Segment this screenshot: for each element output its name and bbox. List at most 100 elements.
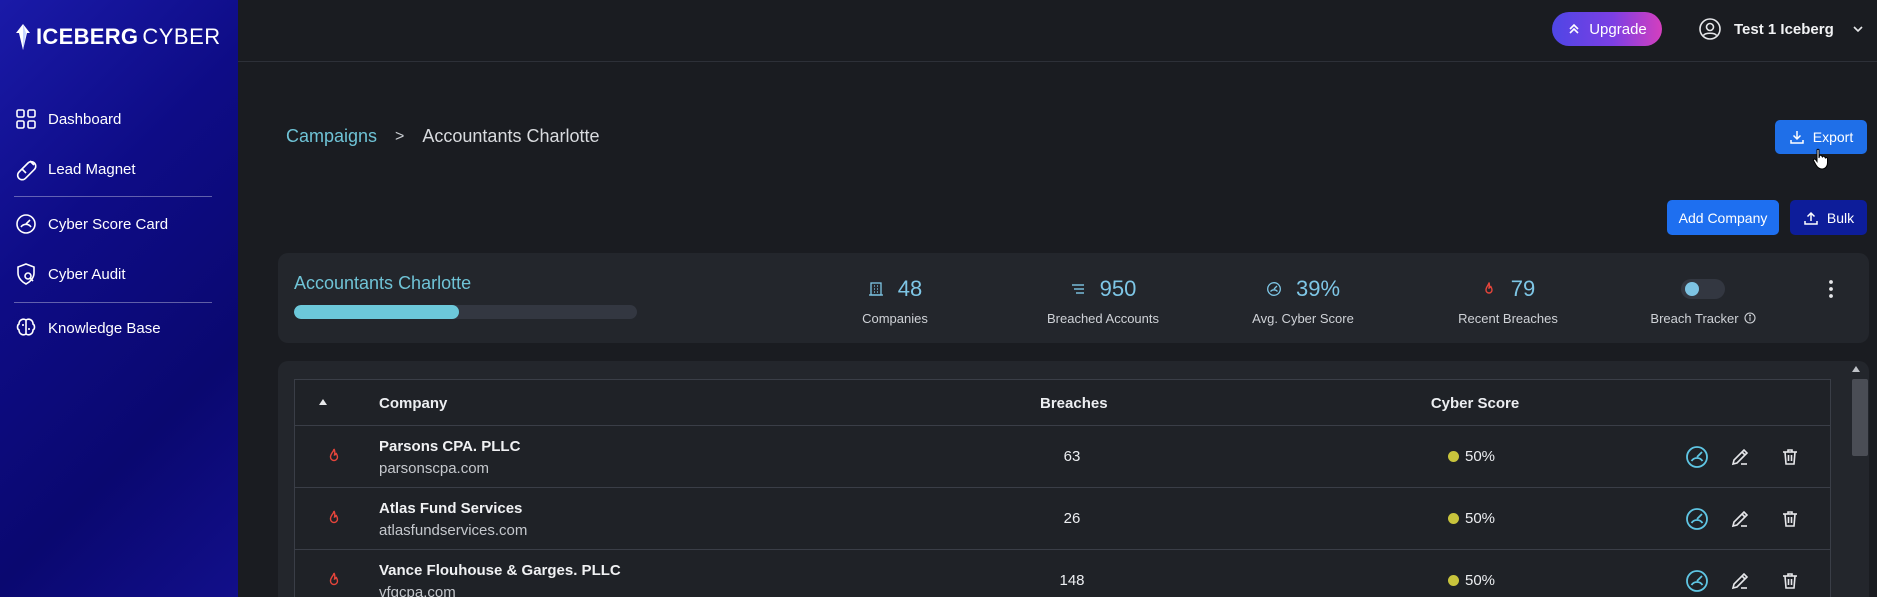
breadcrumb-separator: > — [395, 127, 405, 145]
upgrade-label: Upgrade — [1589, 20, 1647, 38]
table-header: Company Breaches Cyber Score — [295, 380, 1830, 426]
add-company-button[interactable]: Add Company — [1667, 200, 1779, 235]
trash-icon — [1783, 449, 1797, 465]
scrollbar-thumb[interactable] — [1852, 379, 1868, 456]
gauge-icon — [1686, 508, 1708, 530]
sidebar-item-dashboard[interactable]: Dashboard — [14, 104, 121, 134]
download-icon — [1790, 131, 1804, 144]
table-row[interactable]: Vance Flouhouse & Garges. PLLC vfgcpa.co… — [295, 550, 1830, 597]
brand-bold: ICEBERG — [36, 24, 139, 49]
companies-table-card: Company Breaches Cyber Score Parsons CPA… — [278, 361, 1869, 597]
cyber-score-value: 50% — [1465, 572, 1496, 589]
sidebar-item-cyber-audit[interactable]: Cyber Audit — [14, 259, 126, 289]
breach-count: 148 — [1059, 572, 1085, 589]
score-card-button[interactable] — [1684, 568, 1710, 594]
campaign-stats-card: Accountants Charlotte 48 Companies 950 B… — [278, 253, 1869, 343]
flame-icon — [329, 572, 339, 586]
column-header-cyber-score[interactable]: Cyber Score — [1425, 395, 1525, 412]
trash-icon — [1783, 511, 1797, 527]
companies-table: Company Breaches Cyber Score Parsons CPA… — [294, 379, 1831, 597]
user-name: Test 1 Iceberg — [1734, 20, 1834, 38]
trash-icon — [1783, 573, 1797, 589]
breach-count: 63 — [1063, 448, 1081, 465]
stat-label: Companies — [862, 311, 928, 326]
edit-button[interactable] — [1729, 508, 1751, 530]
company-name[interactable]: Vance Flouhouse & Garges. PLLC — [379, 562, 621, 579]
stat-value: 39% — [1295, 276, 1341, 301]
campaign-progress-bar — [294, 305, 637, 319]
sidebar-item-label: Cyber Audit — [48, 265, 126, 283]
stat-value: 79 — [1510, 276, 1536, 301]
gauge-icon — [1267, 282, 1281, 296]
cyber-score-value: 50% — [1465, 510, 1496, 527]
magnet-icon — [16, 160, 37, 181]
cyber-score-cell: 50% — [1448, 572, 1495, 589]
app-root: ICEBERG CYBER Dashboard Lead Magnet Cybe… — [0, 0, 1877, 597]
table-row[interactable]: Parsons CPA. PLLC parsonscpa.com 63 50% — [295, 426, 1830, 488]
edit-button[interactable] — [1729, 570, 1751, 592]
upgrade-button[interactable]: Upgrade — [1552, 12, 1662, 46]
sidebar-item-label: Dashboard — [48, 110, 122, 128]
column-header-company[interactable]: Company — [379, 395, 447, 412]
score-status-dot — [1448, 513, 1459, 524]
info-icon[interactable] — [1744, 312, 1756, 324]
breach-count: 26 — [1063, 510, 1081, 527]
cyber-score-cell: 50% — [1448, 510, 1495, 527]
sidebar-item-label: Lead Magnet — [48, 160, 136, 178]
stat-value: 950 — [1099, 276, 1137, 301]
sort-caret-up-icon[interactable] — [318, 398, 328, 406]
stat-avg-cyber-score: 39% Avg. Cyber Score — [1233, 276, 1373, 326]
breadcrumb-campaigns-link[interactable]: Campaigns — [286, 126, 377, 147]
bulk-label: Bulk — [1826, 209, 1855, 226]
delete-button[interactable] — [1779, 446, 1801, 468]
column-header-breaches[interactable]: Breaches — [1040, 395, 1108, 412]
breach-tracker-toggle[interactable] — [1681, 279, 1725, 299]
sidebar-item-lead-magnet[interactable]: Lead Magnet — [14, 154, 136, 184]
sidebar-item-label: Cyber Score Card — [48, 215, 169, 233]
edit-button[interactable] — [1729, 446, 1751, 468]
sidebar: ICEBERG CYBER Dashboard Lead Magnet Cybe… — [0, 0, 238, 597]
brain-icon — [16, 318, 36, 336]
breach-tracker-label: Breach Tracker — [1650, 311, 1739, 326]
breadcrumb-current: Accountants Charlotte — [422, 126, 600, 146]
score-card-button[interactable] — [1684, 444, 1710, 470]
flame-icon — [1485, 282, 1493, 294]
brand-light: CYBER — [142, 24, 221, 49]
sidebar-divider — [14, 196, 212, 197]
iceberg-logo-icon — [16, 24, 30, 50]
flame-icon — [329, 510, 339, 524]
scroll-up-arrow-icon[interactable] — [1851, 365, 1861, 373]
score-card-button[interactable] — [1684, 506, 1710, 532]
campaign-progress-fill — [294, 305, 459, 319]
grid-icon — [16, 109, 36, 129]
table-row[interactable]: Atlas Fund Services atlasfundservices.co… — [295, 488, 1830, 550]
pencil-icon — [1731, 448, 1749, 466]
bulk-upload-button[interactable]: Bulk — [1790, 200, 1867, 235]
campaign-name: Accountants Charlotte — [294, 273, 472, 293]
add-company-label: Add Company — [1678, 209, 1768, 226]
chevron-down-icon — [1853, 26, 1863, 33]
cyber-score-cell: 50% — [1448, 448, 1495, 465]
company-name[interactable]: Atlas Fund Services — [379, 500, 522, 517]
more-options-icon[interactable] — [1823, 277, 1839, 301]
double-chevron-up-icon — [1569, 23, 1579, 34]
sidebar-item-knowledge-base[interactable]: Knowledge Base — [14, 313, 161, 343]
pencil-icon — [1731, 510, 1749, 528]
sidebar-item-cyber-score-card[interactable]: Cyber Score Card — [14, 209, 168, 239]
stat-label: Avg. Cyber Score — [1252, 311, 1354, 326]
mouse-pointer-icon — [1812, 148, 1828, 170]
delete-button[interactable] — [1779, 508, 1801, 530]
topbar: Upgrade Test 1 Iceberg — [238, 0, 1877, 62]
brand-logo[interactable]: ICEBERG CYBER — [14, 22, 221, 52]
building-icon — [868, 282, 883, 296]
company-domain: atlasfundservices.com — [379, 522, 528, 539]
export-label: Export — [1812, 129, 1854, 145]
delete-button[interactable] — [1779, 570, 1801, 592]
sidebar-divider — [14, 302, 212, 303]
list-icon — [1071, 284, 1084, 294]
user-menu[interactable]: Test 1 Iceberg — [1698, 15, 1864, 43]
score-status-dot — [1448, 451, 1459, 462]
gauge-icon — [16, 214, 36, 234]
stat-companies: 48 Companies — [835, 276, 955, 326]
company-name[interactable]: Parsons CPA. PLLC — [379, 438, 520, 455]
